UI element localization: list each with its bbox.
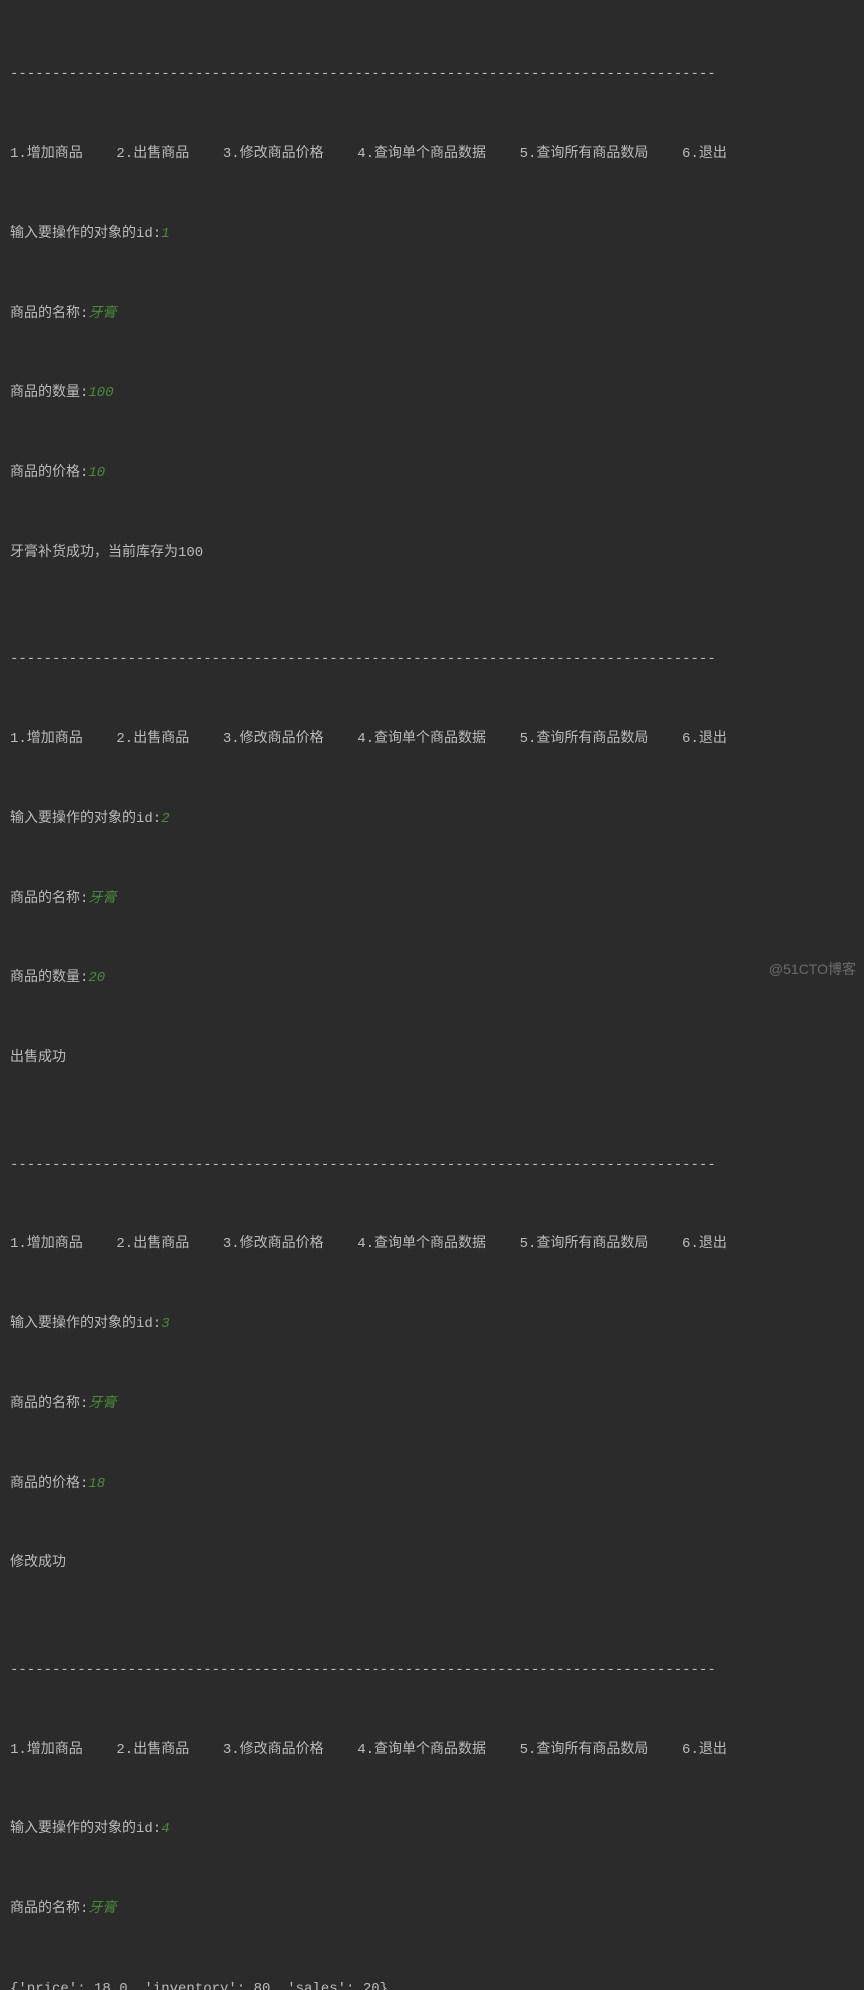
- name-prompt: 商品的名称:: [10, 1901, 88, 1917]
- menu-line: 1.增加商品 2.出售商品 3.修改商品价格 4.查询单个商品数据 5.查询所有…: [10, 141, 854, 168]
- id-prompt: 输入要操作的对象的id:: [10, 1821, 161, 1837]
- price-input: 10: [88, 465, 105, 481]
- name-prompt: 商品的名称:: [10, 891, 88, 907]
- terminal-output: ----------------------------------------…: [10, 8, 854, 1990]
- divider: ----------------------------------------…: [10, 646, 854, 673]
- id-prompt: 输入要操作的对象的id:: [10, 1316, 161, 1332]
- watermark: @51CTO博客: [769, 956, 856, 983]
- result-output: 修改成功: [10, 1550, 854, 1577]
- id-prompt: 输入要操作的对象的id:: [10, 811, 161, 827]
- id-input: 4: [161, 1821, 169, 1837]
- menu-line: 1.增加商品 2.出售商品 3.修改商品价格 4.查询单个商品数据 5.查询所有…: [10, 726, 854, 753]
- name-input: 牙膏: [88, 1901, 116, 1917]
- result-output: 牙膏补货成功，当前库存为100: [10, 540, 854, 567]
- id-input: 1: [161, 226, 169, 242]
- price-prompt: 商品的价格:: [10, 465, 88, 481]
- result-output: {'price': 18.0, 'inventory': 80, 'sales'…: [10, 1976, 854, 1990]
- id-prompt: 输入要操作的对象的id:: [10, 226, 161, 242]
- divider: ----------------------------------------…: [10, 1152, 854, 1179]
- id-input: 2: [161, 811, 169, 827]
- quantity-prompt: 商品的数量:: [10, 970, 88, 986]
- price-input: 18: [88, 1476, 105, 1492]
- quantity-input: 100: [88, 385, 113, 401]
- name-input: 牙膏: [88, 891, 116, 907]
- name-prompt: 商品的名称:: [10, 1396, 88, 1412]
- id-input: 3: [161, 1316, 169, 1332]
- quantity-input: 20: [88, 970, 105, 986]
- divider: ----------------------------------------…: [10, 61, 854, 88]
- price-prompt: 商品的价格:: [10, 1476, 88, 1492]
- menu-line: 1.增加商品 2.出售商品 3.修改商品价格 4.查询单个商品数据 5.查询所有…: [10, 1231, 854, 1258]
- divider: ----------------------------------------…: [10, 1657, 854, 1684]
- name-prompt: 商品的名称:: [10, 306, 88, 322]
- name-input: 牙膏: [88, 1396, 116, 1412]
- quantity-prompt: 商品的数量:: [10, 385, 88, 401]
- menu-line: 1.增加商品 2.出售商品 3.修改商品价格 4.查询单个商品数据 5.查询所有…: [10, 1737, 854, 1764]
- name-input: 牙膏: [88, 306, 116, 322]
- result-output: 出售成功: [10, 1045, 854, 1072]
